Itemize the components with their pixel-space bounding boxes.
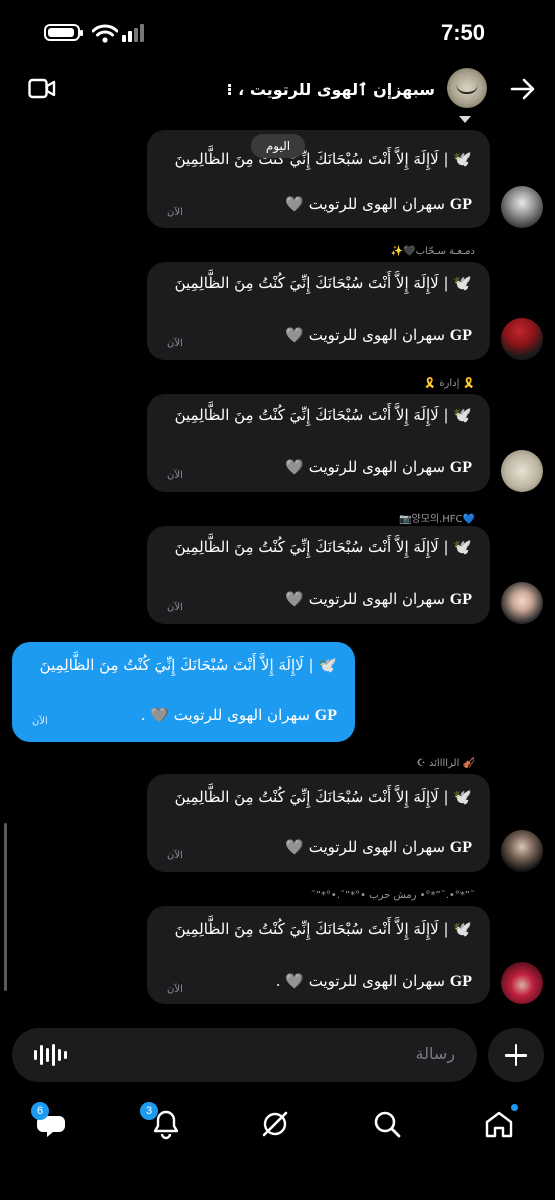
gp-label: GP	[449, 196, 472, 213]
gp-label: GP	[314, 707, 337, 724]
message-time: الآن	[167, 470, 183, 481]
home-notification-dot	[511, 1104, 518, 1111]
back-arrow-icon[interactable]	[510, 77, 536, 101]
message-time: الآن	[167, 207, 183, 218]
group-avatar[interactable]	[447, 68, 487, 108]
nav-notifications[interactable]: 3	[140, 1102, 184, 1142]
gp-label: GP	[449, 839, 472, 856]
nav-communities[interactable]	[257, 1106, 293, 1142]
message-text: 🕊️ | لَاإِلَهَ إِلاَّ أَنْتَ سُبْحَانَكَ…	[39, 656, 337, 674]
message-time: الآن	[167, 602, 183, 613]
date-separator: اليوم	[251, 134, 305, 158]
nav-home[interactable]	[481, 1106, 517, 1142]
signature-text: سهران الهوى للرتويت 🩶 .	[275, 972, 445, 990]
message-signature: GP سهران الهوى للرتويت 🩶	[285, 590, 472, 609]
message-text: 🕊️ | لَاإِلَهَ إِلاَّ أَنْتَ سُبْحَانَكَ…	[174, 788, 472, 806]
message-bubble[interactable]: 🕊️ | لَاإِلَهَ إِلاَّ أَنْتَ سُبْحَانَكَ…	[147, 394, 490, 492]
message-text: 🕊️ | لَاإِلَهَ إِلاَّ أَنْتَ سُبْحَانَكَ…	[174, 406, 472, 424]
nav-messages[interactable]: 6	[31, 1102, 71, 1142]
avatar[interactable]	[501, 582, 543, 624]
message-time: الآن	[167, 850, 183, 861]
wifi-icon	[92, 24, 118, 43]
signature-text: سهران الهوى للرتويت 🩶	[285, 458, 445, 476]
message-text: 🕊️ | لَاإِلَهَ إِلاَّ أَنْتَ سُبْحَانَكَ…	[174, 538, 472, 556]
message-signature: GP سهران الهوى للرتويت 🩶	[285, 838, 472, 857]
notifications-badge: 3	[140, 1102, 158, 1120]
avatar[interactable]	[501, 318, 543, 360]
sender-name: 💙양모의.HFC📷	[399, 514, 475, 525]
avatar[interactable]	[501, 450, 543, 492]
message-signature: GP سهران الهوى للرتويت 🩶	[285, 458, 472, 477]
scrollbar[interactable]	[4, 823, 7, 991]
signature-text: سهران الهوى للرتويت 🩶	[285, 326, 445, 344]
message-signature: GP سهران الهوى للرتويت 🩶 .	[276, 972, 472, 991]
sender-name: 🎗️ إدارة 🎗️	[423, 378, 475, 389]
avatar[interactable]	[501, 830, 543, 872]
gp-label: GP	[449, 591, 472, 608]
nav-search[interactable]	[369, 1106, 405, 1142]
message-bubble[interactable]: 🕊️ | لَاإِلَهَ إِلاَّ أَنْتَ سُبْحَانَكَ…	[147, 906, 490, 1004]
message-input[interactable]: رسالة	[12, 1028, 477, 1082]
search-icon	[374, 1111, 401, 1138]
avatar[interactable]	[501, 186, 543, 228]
signature-text: سهران الهوى للرتويت 🩶	[285, 195, 445, 213]
signal-icon	[122, 24, 144, 42]
message-text: 🕊️ | لَاإِلَهَ إِلاَّ أَنْتَ سُبْحَانَكَ…	[174, 274, 472, 292]
home-icon	[485, 1111, 513, 1138]
message-time: الآن	[167, 984, 183, 995]
message-text: 🕊️ | لَاإِلَهَ إِلاَّ أَنْتَ سُبْحَانَكَ…	[174, 150, 472, 168]
sender-name: 🎻 الراااائد ☪︎	[416, 758, 475, 769]
message-placeholder: رسالة	[415, 1044, 455, 1063]
messages-badge: 6	[31, 1102, 49, 1120]
gp-label: GP	[449, 459, 472, 476]
message-bubble[interactable]: 🕊️ | لَاإِلَهَ إِلاَّ أَنْتَ سُبْحَانَكَ…	[147, 526, 490, 624]
message-bubble[interactable]: 🕊️ | لَاإِلَهَ إِلاَّ أَنْتَ سُبْحَانَكَ…	[147, 130, 490, 228]
message-time: الآن	[167, 338, 183, 349]
sender-name: ˜”*°•.˜”*°• رمش حرب •°*”˜.•°*”˜	[310, 890, 475, 901]
signature-text: سهران الهوى للرتويت 🩶	[285, 838, 445, 856]
message-bubble[interactable]: 🕊️ | لَاإِلَهَ إِلاَّ أَنْتَ سُبْحَانَكَ…	[147, 774, 490, 872]
message-signature: GP سهران الهوى للرتويت 🩶 .	[141, 706, 337, 725]
video-call-icon[interactable]	[28, 78, 56, 100]
battery-icon	[44, 24, 83, 41]
gp-label: GP	[449, 327, 472, 344]
sender-name: دمـعـة سـحّاب🖤✨	[390, 246, 475, 257]
conversation-title[interactable]: سبهزإن ٱلهوى للرتويت ، ⁝	[227, 80, 435, 99]
chevron-down-icon	[459, 116, 471, 123]
message-bubble[interactable]: 🕊️ | لَاإِلَهَ إِلاَّ أَنْتَ سُبْحَانَكَ…	[147, 262, 490, 360]
message-time: الآن	[32, 716, 48, 727]
own-message-bubble[interactable]: 🕊️ | لَاإِلَهَ إِلاَّ أَنْتَ سُبْحَانَكَ…	[12, 642, 355, 742]
message-signature: GP سهران الهوى للرتويت 🩶	[285, 326, 472, 345]
message-text: 🕊️ | لَاإِلَهَ إِلاَّ أَنْتَ سُبْحَانَكَ…	[174, 920, 472, 938]
add-attachment-button[interactable]	[488, 1028, 544, 1082]
message-signature: GP سهران الهوى للرتويت 🩶	[285, 195, 472, 214]
gp-label: GP	[449, 973, 472, 990]
avatar[interactable]	[501, 962, 543, 1004]
slash-circle-icon	[262, 1111, 288, 1137]
signature-text: سهران الهوى للرتويت 🩶	[285, 590, 445, 608]
voice-record-icon[interactable]	[34, 1044, 67, 1066]
signature-text: سهران الهوى للرتويت 🩶 .	[140, 706, 310, 724]
status-time: 7:50	[440, 20, 485, 45]
